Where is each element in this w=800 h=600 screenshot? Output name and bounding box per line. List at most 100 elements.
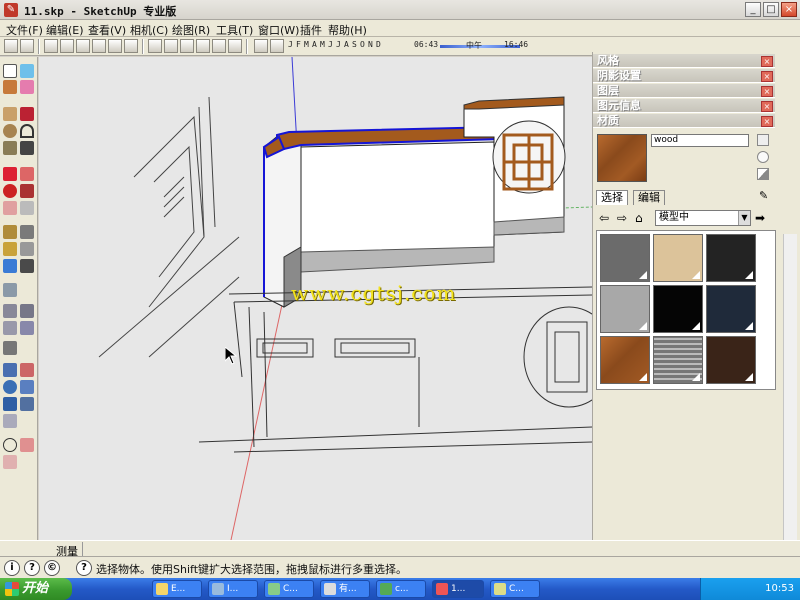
- menu-camera[interactable]: 相机(C): [130, 22, 168, 38]
- pan-icon[interactable]: [20, 363, 34, 377]
- walk-icon[interactable]: [20, 438, 34, 452]
- tray-header-entity-info[interactable]: 图元信息: [593, 99, 775, 113]
- xray-icon[interactable]: [148, 39, 162, 53]
- material-swatch[interactable]: [653, 234, 703, 282]
- close-button[interactable]: ×: [781, 2, 797, 17]
- follow-me-icon[interactable]: [20, 184, 34, 198]
- open-file-icon[interactable]: [20, 39, 34, 53]
- menu-edit[interactable]: 编辑(E): [46, 22, 84, 38]
- month-feb[interactable]: F: [296, 40, 301, 49]
- freehand-icon[interactable]: [20, 141, 34, 155]
- shadows-close-icon[interactable]: ×: [761, 71, 773, 82]
- new-file-icon[interactable]: [4, 39, 18, 53]
- menu-tools[interactable]: 工具(T): [216, 22, 253, 38]
- month-dec[interactable]: D: [376, 40, 381, 49]
- left-view-icon[interactable]: [124, 39, 138, 53]
- task-button[interactable]: E...: [152, 580, 202, 598]
- info-icon[interactable]: i: [4, 560, 20, 576]
- tray-header-shadows[interactable]: 阴影设置: [593, 69, 775, 83]
- help-icon[interactable]: ?: [24, 560, 40, 576]
- material-swatch[interactable]: [706, 234, 756, 282]
- circle-icon[interactable]: [3, 124, 17, 138]
- monochrome-icon[interactable]: [228, 39, 242, 53]
- zoom-extents-icon[interactable]: [3, 397, 17, 411]
- task-button[interactable]: C...: [264, 580, 314, 598]
- hidden-line-icon[interactable]: [180, 39, 194, 53]
- right-view-icon[interactable]: [92, 39, 106, 53]
- layers-icon[interactable]: [3, 321, 17, 335]
- previous-view-icon[interactable]: [20, 397, 34, 411]
- start-button[interactable]: 开始: [0, 578, 72, 600]
- month-aug[interactable]: A: [344, 40, 349, 49]
- menu-window[interactable]: 窗口(W): [258, 22, 299, 38]
- task-button[interactable]: 有...: [320, 580, 370, 598]
- question-icon[interactable]: ?: [76, 560, 92, 576]
- paint-bucket-icon[interactable]: [3, 80, 17, 94]
- month-mar[interactable]: M: [304, 40, 309, 49]
- sample-paint-icon[interactable]: [757, 151, 769, 163]
- tape-measure-icon[interactable]: [3, 225, 17, 239]
- task-button[interactable]: C...: [490, 580, 540, 598]
- sketchup-app-icon[interactable]: ✎: [4, 3, 18, 17]
- task-button[interactable]: I...: [208, 580, 258, 598]
- tray-header-styles[interactable]: 风格: [593, 54, 775, 68]
- month-jun[interactable]: J: [328, 40, 333, 49]
- shadow-toggle-icon[interactable]: [270, 39, 284, 53]
- styles-close-icon[interactable]: ×: [761, 56, 773, 67]
- make-component-icon[interactable]: [20, 64, 34, 78]
- month-nov[interactable]: N: [368, 40, 373, 49]
- arc-icon[interactable]: [20, 124, 34, 138]
- orbit-icon[interactable]: [3, 363, 17, 377]
- shaded-icon[interactable]: [196, 39, 210, 53]
- credits-icon[interactable]: ©: [44, 560, 60, 576]
- protractor-icon[interactable]: [3, 242, 17, 256]
- details-arrow-icon[interactable]: ➡: [755, 211, 765, 225]
- tray-header-materials[interactable]: 材质: [593, 114, 775, 128]
- push-pull-icon[interactable]: [20, 167, 34, 181]
- material-swatch[interactable]: [706, 336, 756, 384]
- shaded-textures-icon[interactable]: [212, 39, 226, 53]
- modeling-viewport[interactable]: www.cgtsj.com: [39, 57, 592, 540]
- month-jul[interactable]: J: [336, 40, 341, 49]
- dimension-icon[interactable]: [20, 225, 34, 239]
- text-tool-icon[interactable]: [20, 242, 34, 256]
- library-dropdown[interactable]: 模型中 ▼: [655, 210, 751, 226]
- material-name-field[interactable]: wood: [651, 134, 749, 147]
- eyedropper-icon[interactable]: ✎: [759, 189, 771, 202]
- move-icon[interactable]: [3, 167, 17, 181]
- back-view-icon[interactable]: [108, 39, 122, 53]
- task-button[interactable]: c...: [376, 580, 426, 598]
- material-swatch-brick[interactable]: [653, 336, 703, 384]
- section-plane-icon[interactable]: [3, 283, 17, 297]
- look-around-icon[interactable]: [3, 455, 17, 469]
- month-oct[interactable]: O: [360, 40, 365, 49]
- sandbox-icon[interactable]: [3, 341, 17, 355]
- group-icon[interactable]: [20, 321, 34, 335]
- select-arrow-icon[interactable]: [3, 64, 17, 78]
- zoom-window-icon[interactable]: [20, 380, 34, 394]
- menu-plugins[interactable]: 插件: [300, 22, 322, 38]
- material-swatch[interactable]: [600, 285, 650, 333]
- chevron-down-icon[interactable]: ▼: [738, 211, 750, 225]
- tab-select[interactable]: 选择: [596, 190, 628, 205]
- material-swatch-wood[interactable]: [600, 336, 650, 384]
- iso-view-icon[interactable]: [44, 39, 58, 53]
- polygon-icon[interactable]: [3, 141, 17, 155]
- minimize-button[interactable]: _: [745, 2, 761, 17]
- default-material-icon[interactable]: [757, 168, 769, 180]
- tray-header-layers[interactable]: 图层: [593, 84, 775, 98]
- offset-icon[interactable]: [20, 201, 34, 215]
- eraser-icon[interactable]: [20, 80, 34, 94]
- shadow-settings-icon[interactable]: [254, 39, 268, 53]
- tray-scrollbar[interactable]: [783, 234, 797, 540]
- next-view-icon[interactable]: [3, 414, 17, 428]
- menu-help[interactable]: 帮助(H): [328, 22, 367, 38]
- zoom-icon[interactable]: [3, 380, 17, 394]
- menu-file[interactable]: 文件(F): [6, 22, 43, 38]
- position-camera-icon[interactable]: [3, 438, 17, 452]
- line-pencil-icon[interactable]: [20, 107, 34, 121]
- component-icon[interactable]: [3, 304, 17, 318]
- create-material-icon[interactable]: [757, 134, 769, 146]
- material-swatch[interactable]: [600, 234, 650, 282]
- wireframe-icon[interactable]: [164, 39, 178, 53]
